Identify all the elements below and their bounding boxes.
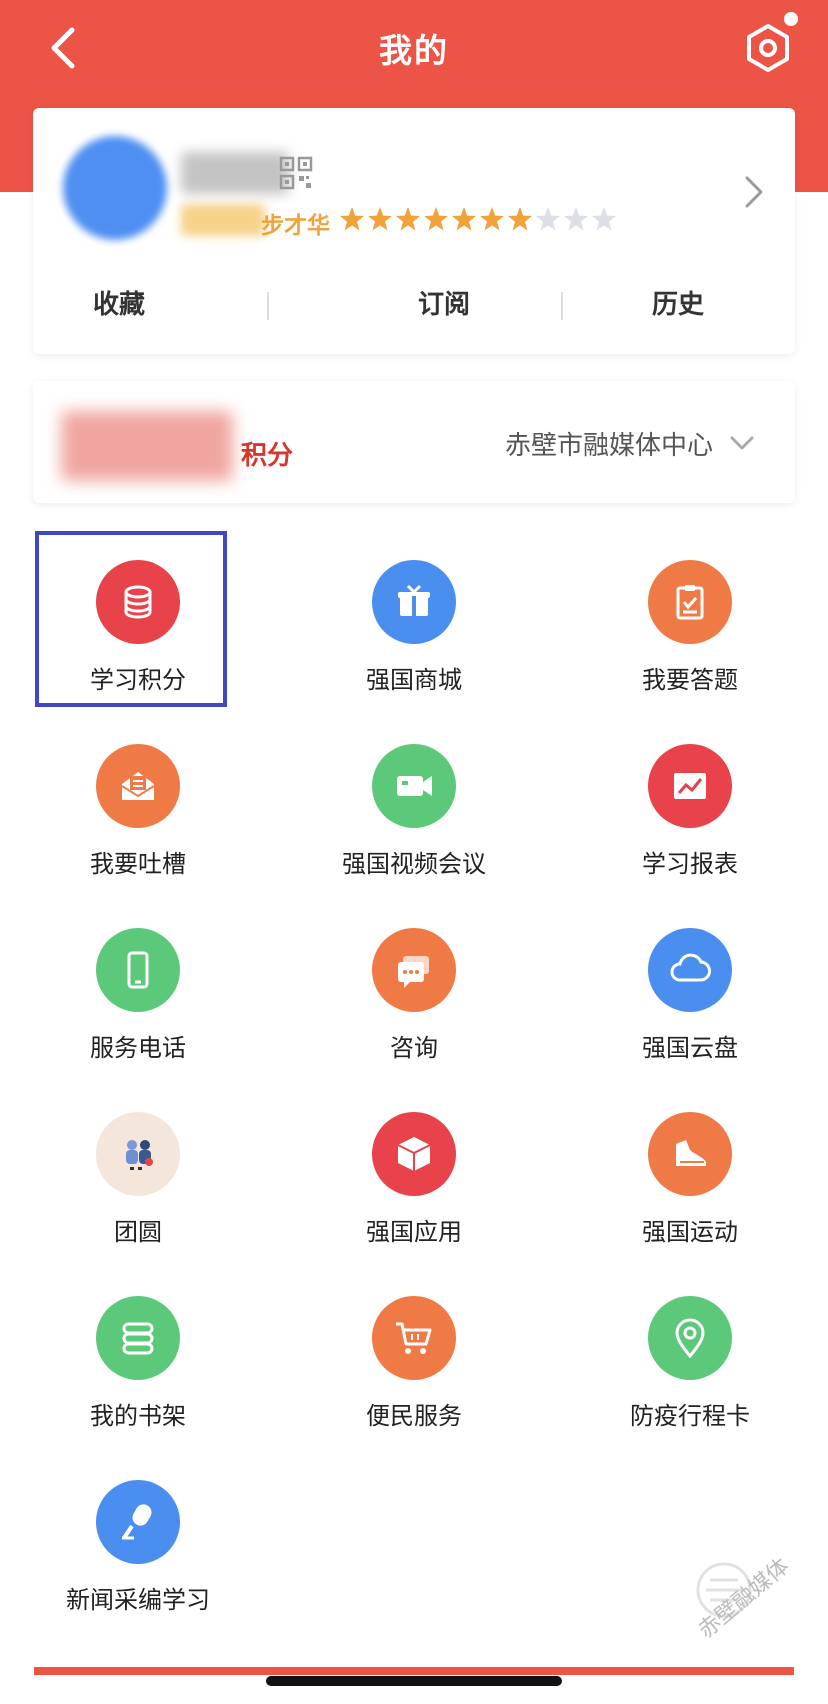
chat-icon xyxy=(372,928,456,1012)
chevron-right-icon[interactable] xyxy=(743,172,765,212)
grid-item[interactable]: 强国云盘 xyxy=(552,898,828,1082)
star-filled-icon xyxy=(424,207,448,231)
chart-image-icon xyxy=(648,744,732,828)
video-camera-icon xyxy=(372,744,456,828)
grid-item-label: 我要吐槽 xyxy=(90,850,186,878)
grid-item[interactable]: 学习报表 xyxy=(552,714,828,898)
star-empty-icon xyxy=(536,207,560,231)
grid-item-label: 服务电话 xyxy=(90,1034,186,1062)
chevron-left-icon xyxy=(51,27,75,69)
nav-bar: 我的 xyxy=(0,0,828,96)
grid-item[interactable]: 咨询 xyxy=(276,898,552,1082)
divider xyxy=(267,292,269,320)
clipboard-check-icon xyxy=(648,560,732,644)
grid-item-label: 学习报表 xyxy=(642,850,738,878)
points-card[interactable]: 积分 赤壁市融媒体中心 xyxy=(33,381,795,503)
avatar[interactable] xyxy=(63,136,167,240)
page-title: 我的 xyxy=(379,31,449,70)
phone-icon xyxy=(96,928,180,1012)
grid-item[interactable]: 强国视频会议 xyxy=(276,714,552,898)
grid-item[interactable]: 强国商城 xyxy=(276,530,552,714)
history-link[interactable]: 历史 xyxy=(561,280,795,330)
grid-item[interactable]: 新闻采编学习 xyxy=(0,1450,276,1634)
bottom-accent-bar xyxy=(34,1667,794,1675)
grid-item-label: 我要答题 xyxy=(642,666,738,694)
gear-icon xyxy=(747,24,789,72)
cloud-icon xyxy=(648,928,732,1012)
envelope-icon xyxy=(96,744,180,828)
grid-item-label: 新闻采编学习 xyxy=(66,1586,210,1614)
user-name-blurred xyxy=(181,152,289,194)
grid-item[interactable]: 强国应用 xyxy=(276,1082,552,1266)
star-filled-icon xyxy=(508,207,532,231)
star-empty-icon xyxy=(592,207,616,231)
qr-code-icon[interactable] xyxy=(279,156,313,190)
settings-button[interactable] xyxy=(738,18,798,78)
grid-item[interactable]: 服务电话 xyxy=(0,898,276,1082)
favorites-link[interactable]: 收藏 xyxy=(33,280,327,330)
star-rating xyxy=(339,204,617,234)
grid-item-label: 强国应用 xyxy=(366,1218,462,1246)
grid-item[interactable]: 我要答题 xyxy=(552,530,828,714)
star-empty-icon xyxy=(564,207,588,231)
family-illustration-icon xyxy=(96,1112,180,1196)
level-title: 步才华 xyxy=(261,213,330,239)
shoe-icon xyxy=(648,1112,732,1196)
star-filled-icon xyxy=(480,207,504,231)
grid-item[interactable]: 便民服务 xyxy=(276,1266,552,1450)
grid-item-label: 强国商城 xyxy=(366,666,462,694)
location-pin-icon xyxy=(648,1296,732,1380)
grid-item-label: 便民服务 xyxy=(366,1402,462,1430)
notification-dot xyxy=(784,12,798,26)
points-value-blurred xyxy=(61,411,233,481)
shopping-cart-icon xyxy=(372,1296,456,1380)
grid-item-label: 咨询 xyxy=(390,1034,438,1062)
home-indicator[interactable] xyxy=(266,1676,562,1686)
star-filled-icon xyxy=(452,207,476,231)
chevron-down-icon[interactable] xyxy=(729,433,755,453)
microphone-icon xyxy=(96,1480,180,1564)
profile-card[interactable]: 步才华 收藏 订阅 历史 xyxy=(33,108,795,354)
divider xyxy=(561,292,563,320)
star-filled-icon xyxy=(368,207,392,231)
grid-item-label: 强国运动 xyxy=(642,1218,738,1246)
points-unit: 积分 xyxy=(241,441,294,471)
grid-item[interactable]: 我的书架 xyxy=(0,1266,276,1450)
cube-icon xyxy=(372,1112,456,1196)
grid-item-label: 团圆 xyxy=(114,1218,162,1246)
grid-item[interactable]: 团圆 xyxy=(0,1082,276,1266)
grid-item-label: 强国云盘 xyxy=(642,1034,738,1062)
grid-item[interactable]: 强国运动 xyxy=(552,1082,828,1266)
grid-item-label: 我的书架 xyxy=(90,1402,186,1430)
star-filled-icon xyxy=(340,207,364,231)
subscriptions-link[interactable]: 订阅 xyxy=(327,280,561,330)
grid-item[interactable]: 防疫行程卡 xyxy=(552,1266,828,1450)
back-button[interactable] xyxy=(40,20,96,76)
grid-item-label: 防疫行程卡 xyxy=(630,1402,750,1430)
organization-selector[interactable]: 赤壁市融媒体中心 xyxy=(505,425,713,462)
level-badge-blurred xyxy=(181,204,265,236)
book-scroll-icon xyxy=(96,1296,180,1380)
profile-stats: 收藏 订阅 历史 xyxy=(33,280,795,330)
star-filled-icon xyxy=(396,207,420,231)
grid-item[interactable]: 我要吐槽 xyxy=(0,714,276,898)
selection-highlight xyxy=(35,531,227,707)
gift-box-icon xyxy=(372,560,456,644)
grid-item-label: 强国视频会议 xyxy=(342,850,486,878)
